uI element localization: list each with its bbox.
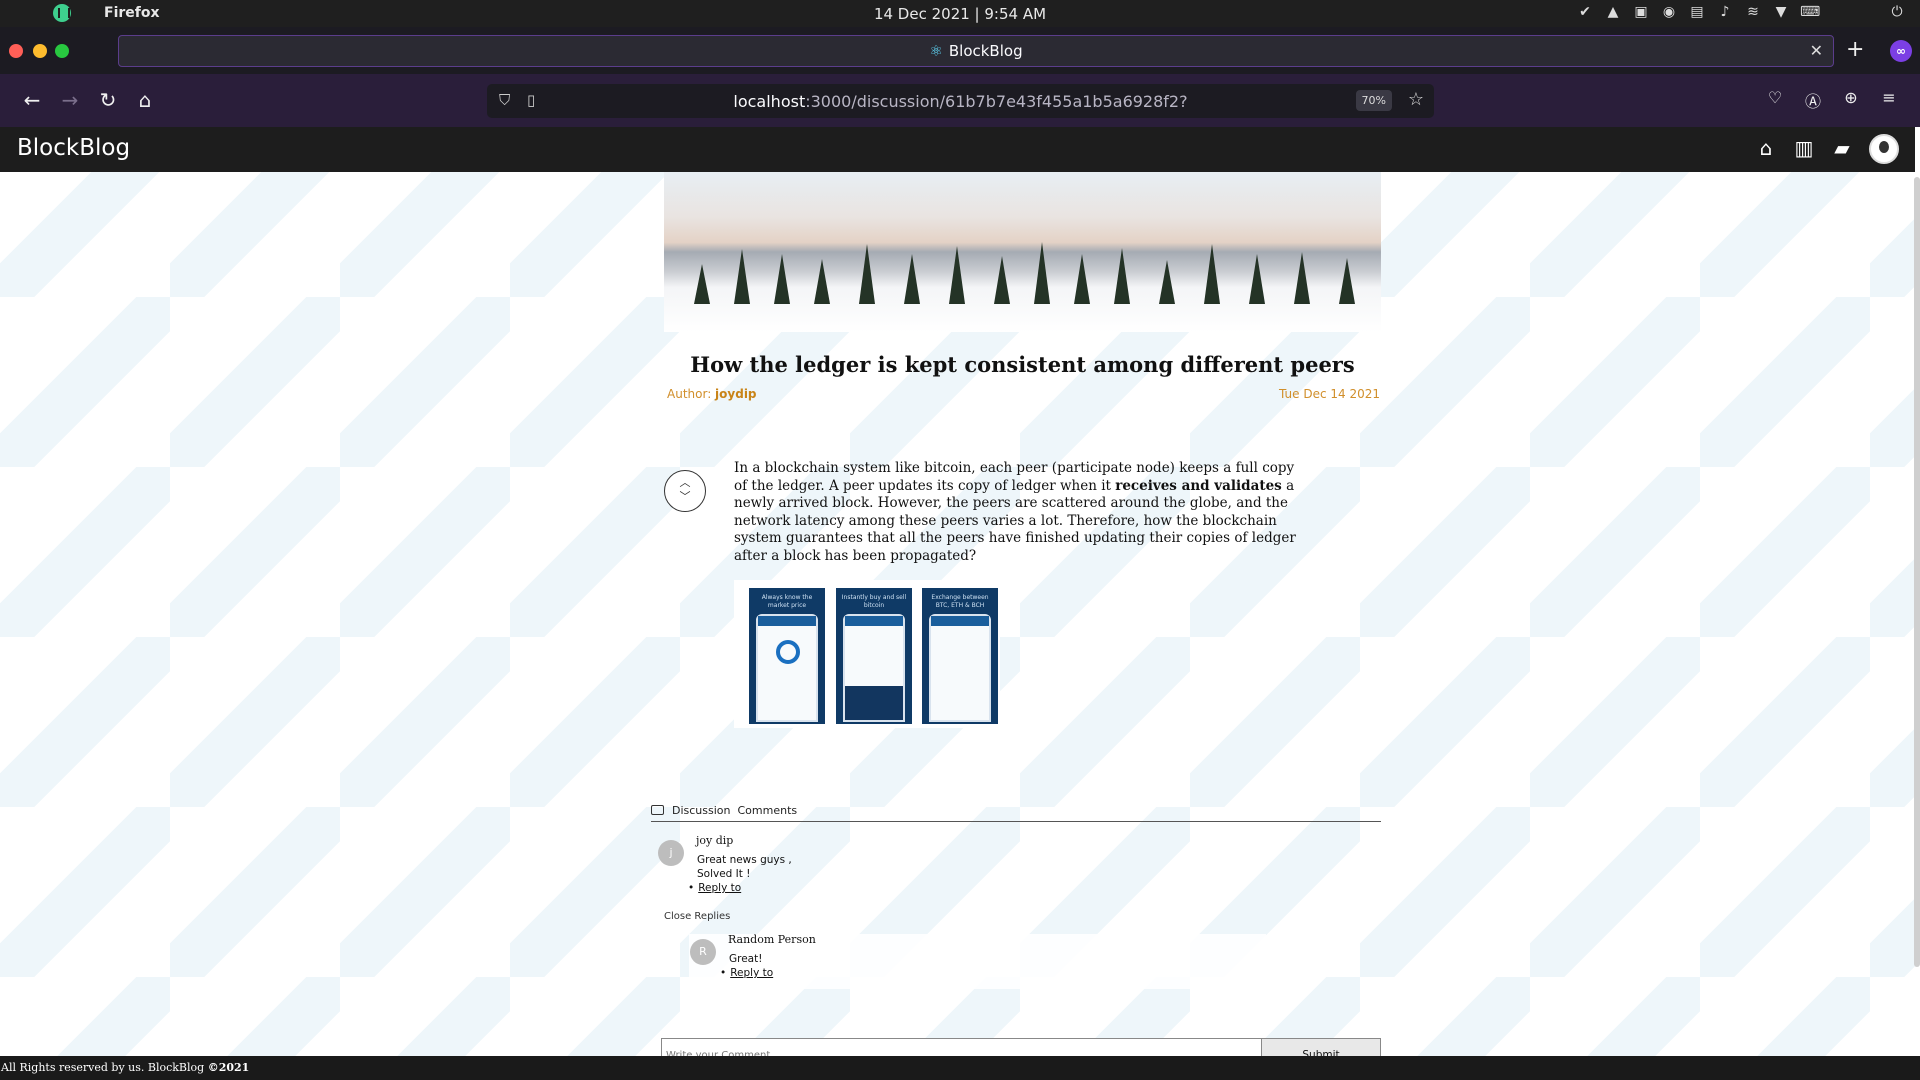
blog-book-icon[interactable]: ▥ — [1791, 136, 1817, 160]
tray-spacer — [1828, 3, 1878, 21]
forward-arrow-icon[interactable]: → — [58, 88, 82, 112]
wifi-icon[interactable]: ≋ — [1744, 3, 1762, 21]
tab-close-icon[interactable]: ✕ — [1810, 41, 1823, 60]
window-close-button[interactable] — [9, 44, 23, 58]
post-author: Author: joydip — [667, 387, 757, 401]
reply-text: Great! — [729, 953, 763, 965]
user-avatar[interactable] — [1869, 134, 1899, 164]
dropdown-arrow-icon[interactable]: ▼ — [1772, 3, 1790, 21]
url-text[interactable]: localhost:3000/discussion/61b7b7e43f455a… — [487, 92, 1434, 111]
check-icon[interactable]: ✔ — [1576, 3, 1594, 21]
volume-icon[interactable]: ♪ — [1716, 3, 1734, 21]
os-top-bar: Firefox 14 Dec 2021 | 9:54 AM ✔ ▲ ▣ ◉ ▤ … — [0, 0, 1920, 27]
browser-nav-bar: ← → ↻ ⌂ ⛉ ▯ localhost:3000/discussion/61… — [0, 74, 1920, 127]
app-screenshot-2: Instantly buy and sell bitcoin — [836, 588, 912, 724]
comment-reply-item: Reply to — [688, 882, 741, 894]
extensions-globe-icon[interactable]: ⊕ — [1840, 88, 1862, 107]
hamburger-menu-icon[interactable]: ≡ — [1878, 88, 1900, 107]
reply-author: Random Person — [728, 933, 816, 946]
back-arrow-icon[interactable]: ← — [20, 88, 44, 112]
post-title: How the ledger is kept consistent among … — [690, 352, 1355, 377]
pocket-icon[interactable]: ♡ — [1764, 88, 1786, 107]
clipboard-icon[interactable]: ▤ — [1688, 3, 1706, 21]
url-bar[interactable]: ⛉ ▯ localhost:3000/discussion/61b7b7e43f… — [487, 84, 1434, 118]
zoom-level-badge[interactable]: 70% — [1355, 90, 1392, 111]
reply-avatar: R — [690, 939, 716, 965]
author-link[interactable]: joydip — [715, 387, 756, 401]
reply-reply-item: Reply to — [720, 967, 773, 979]
discussion-header: Discussion Comments — [651, 804, 1381, 822]
downvote-chevron-icon[interactable]: ﹀ — [665, 490, 705, 504]
app-header: BlockBlog ⌂ ▥ ▰ — [0, 127, 1915, 172]
window-minimize-button[interactable] — [33, 44, 47, 58]
reply-to-link[interactable]: Reply to — [730, 967, 773, 979]
post-body: In a blockchain system like bitcoin, eac… — [734, 460, 1296, 564]
window-maximize-button[interactable] — [55, 44, 69, 58]
tab-title: BlockBlog — [948, 42, 1023, 60]
comment-avatar: j — [658, 840, 684, 866]
globe-app-icon[interactable]: ◉ — [1660, 3, 1678, 21]
app-screenshot-1: Always know the market price — [749, 588, 825, 724]
app-brand-logo[interactable]: BlockBlog — [17, 135, 130, 161]
extension-mask-icon[interactable]: ∞ — [1890, 40, 1912, 62]
browser-tab-active[interactable]: ⚛ BlockBlog ✕ — [118, 35, 1834, 67]
comment-author: joy dip — [696, 834, 734, 847]
app-screenshot-3: Exchange between BTC, ETH & BCH — [922, 588, 998, 724]
vlc-icon[interactable]: ▲ — [1604, 3, 1622, 21]
home-nav-icon[interactable]: ⌂ — [1753, 136, 1779, 160]
vote-control[interactable]: ︿ ﹀ — [664, 470, 706, 512]
react-favicon-icon: ⚛ — [929, 42, 943, 60]
post-attachment-image: Always know the market price Instantly b… — [734, 580, 1000, 728]
reload-icon[interactable]: ↻ — [96, 88, 120, 112]
browser-tab-strip: ⚛ BlockBlog ✕ + ∞ — [0, 27, 1920, 74]
reply-to-link[interactable]: Reply to — [698, 882, 741, 894]
comment-icon — [651, 805, 664, 815]
close-replies-link[interactable]: Close Replies — [664, 911, 730, 922]
discussion-chat-icon[interactable]: ▰ — [1829, 136, 1855, 160]
account-icon[interactable]: Ⓐ — [1802, 88, 1824, 112]
post-date: Tue Dec 14 2021 — [1279, 387, 1380, 401]
upvote-chevron-icon[interactable]: ︿ — [665, 476, 705, 490]
bookmark-star-icon[interactable]: ☆ — [1408, 89, 1424, 110]
page-viewport: BlockBlog ⌂ ▥ ▰ How the ledger is kept c… — [0, 127, 1920, 1080]
home-icon[interactable]: ⌂ — [133, 88, 157, 112]
power-icon[interactable]: ⏻ — [1888, 3, 1906, 21]
page-scrollbar[interactable] — [1914, 177, 1920, 967]
new-tab-plus-icon[interactable]: + — [1846, 37, 1864, 62]
post-banner-image — [664, 172, 1381, 332]
comment-text: Great news guys , Solved It ! — [697, 854, 792, 880]
system-tray: ✔ ▲ ▣ ◉ ▤ ♪ ≋ ▼ ⌨ ⏻ — [1576, 3, 1906, 21]
image-viewer-icon[interactable]: ▣ — [1632, 3, 1650, 21]
page-footer: All Rights reserved by us. BlockBlog ©20… — [0, 1056, 1920, 1080]
keyboard-icon[interactable]: ⌨ — [1800, 3, 1820, 21]
